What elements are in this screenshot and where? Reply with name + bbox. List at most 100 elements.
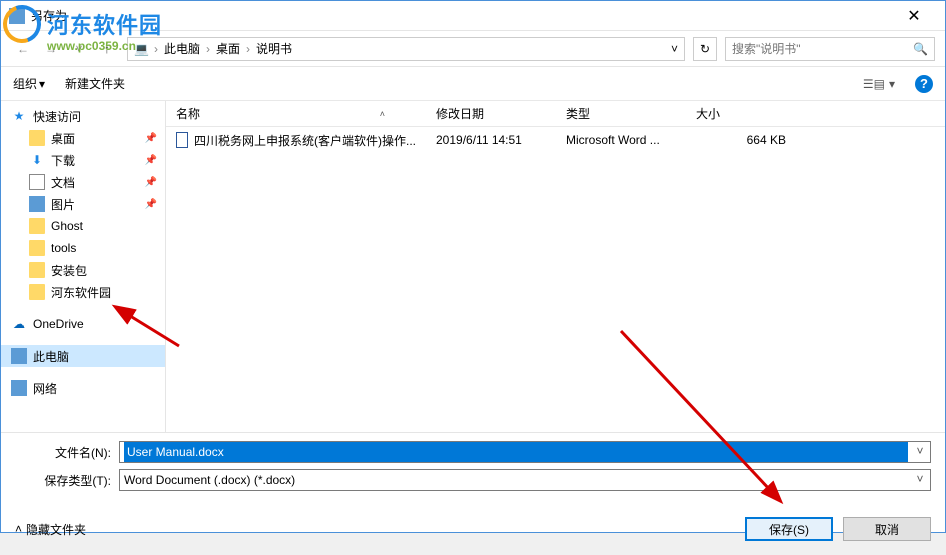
- filetype-value: [124, 470, 908, 490]
- help-button[interactable]: ?: [915, 75, 933, 93]
- refresh-button[interactable]: ↻: [693, 37, 717, 61]
- pin-icon: 📌: [145, 133, 157, 144]
- window-title: 另存为: [31, 7, 891, 24]
- folder-icon: [29, 218, 45, 234]
- breadcrumb-item[interactable]: 说明书: [256, 40, 292, 57]
- filename-input-wrap[interactable]: ˅: [119, 441, 931, 463]
- sidebar-item-文档[interactable]: 文档 📌: [1, 171, 165, 193]
- breadcrumb[interactable]: 💻 › 此电脑 › 桌面 › 说明书 ˅: [127, 37, 685, 61]
- sidebar-item-Ghost[interactable]: Ghost: [1, 215, 165, 237]
- sidebar-item-label: OneDrive: [33, 317, 84, 331]
- search-box[interactable]: 🔍: [725, 37, 935, 61]
- file-row[interactable]: 四川税务网上申报系统(客户端软件)操作...2019/6/11 14:51Mic…: [166, 127, 945, 153]
- pic-icon: [29, 196, 45, 212]
- net-icon: [11, 380, 27, 396]
- view-icon: ☰▤: [863, 77, 885, 91]
- chevron-down-icon: ▾: [889, 77, 895, 91]
- chevron-down-icon[interactable]: ˅: [912, 444, 928, 460]
- chevron-right-icon: ›: [154, 42, 158, 56]
- body-area: ★ 快速访问桌面 📌 ⬇ 下载 📌 文档 📌 图片 📌 Ghost tools 安装包河东软件园 ☁ One…: [1, 101, 945, 432]
- column-header-date[interactable]: 修改日期: [426, 105, 556, 122]
- forward-button[interactable]: →: [39, 37, 63, 61]
- sidebar-item-河东软件园[interactable]: 河东软件园: [1, 281, 165, 303]
- sidebar-item-桌面[interactable]: 桌面 📌: [1, 127, 165, 149]
- chevron-right-icon: ›: [206, 42, 210, 56]
- sidebar-item-label: 安装包: [51, 262, 87, 279]
- sidebar-item-快速访问[interactable]: ★ 快速访问: [1, 105, 165, 127]
- sidebar-item-label: 河东软件园: [51, 284, 111, 301]
- navigation-bar: ← → ˅ ↑ 💻 › 此电脑 › 桌面 › 说明书 ˅ ↻ 🔍: [1, 31, 945, 67]
- hide-folders-button[interactable]: ˄ 隐藏文件夹: [15, 521, 86, 538]
- file-type-cell: Microsoft Word ...: [556, 133, 686, 147]
- chevron-down-icon[interactable]: ˅: [671, 42, 678, 56]
- folder-icon: [29, 284, 45, 300]
- sidebar-item-label: 文档: [51, 174, 75, 191]
- sidebar-item-label: 快速访问: [33, 108, 81, 125]
- back-button[interactable]: ←: [11, 37, 35, 61]
- pin-icon: 📌: [145, 177, 157, 188]
- pin-icon: 📌: [145, 199, 157, 210]
- column-header-size[interactable]: 大小: [686, 105, 796, 122]
- sidebar-item-label: 图片: [51, 196, 75, 213]
- download-icon: ⬇: [29, 152, 45, 168]
- pc-icon: [11, 348, 27, 364]
- sidebar-item-label: 桌面: [51, 130, 75, 147]
- pc-icon: 💻: [134, 42, 148, 56]
- column-header-name[interactable]: 名称 ˄: [166, 105, 426, 122]
- sidebar-item-label: 网络: [33, 380, 57, 397]
- sidebar-item-label: 下载: [51, 152, 75, 169]
- filename-label: 文件名(N):: [15, 444, 119, 461]
- titlebar: 另存为 ✕: [1, 1, 945, 31]
- close-button[interactable]: ✕: [891, 1, 937, 31]
- view-options-button[interactable]: ☰▤ ▾: [863, 77, 895, 91]
- file-size-cell: 664 KB: [686, 133, 796, 147]
- sidebar-item-安装包[interactable]: 安装包: [1, 259, 165, 281]
- search-icon[interactable]: 🔍: [913, 42, 928, 56]
- word-file-icon: [176, 132, 188, 148]
- doc-icon: [29, 174, 45, 190]
- chevron-up-icon: ˄: [15, 522, 22, 536]
- search-input[interactable]: [732, 42, 913, 56]
- sidebar[interactable]: ★ 快速访问桌面 📌 ⬇ 下载 📌 文档 📌 图片 📌 Ghost tools 安装包河东软件园 ☁ One…: [1, 101, 166, 432]
- recent-button[interactable]: ˅: [67, 37, 91, 61]
- sidebar-item-label: Ghost: [51, 219, 83, 233]
- sidebar-item-此电脑[interactable]: 此电脑: [1, 345, 165, 367]
- filetype-label: 保存类型(T):: [15, 472, 119, 489]
- file-list[interactable]: 名称 ˄ 修改日期 类型 大小 四川税务网上申报系统(客户端软件)操作...20…: [166, 101, 945, 432]
- file-date-cell: 2019/6/11 14:51: [426, 133, 556, 147]
- column-headers: 名称 ˄ 修改日期 类型 大小: [166, 101, 945, 127]
- breadcrumb-item[interactable]: 桌面: [216, 40, 240, 57]
- file-name-cell: 四川税务网上申报系统(客户端软件)操作...: [166, 132, 426, 149]
- save-as-dialog: 河东软件园 www.pc0359.cn 另存为 ✕ ← → ˅ ↑ 💻 › 此电…: [0, 0, 946, 533]
- chevron-down-icon: ▾: [39, 77, 45, 91]
- chevron-right-icon: ›: [246, 42, 250, 56]
- save-fields: 文件名(N): ˅ 保存类型(T): ˅: [1, 432, 945, 505]
- sidebar-item-图片[interactable]: 图片 📌: [1, 193, 165, 215]
- cancel-button[interactable]: 取消: [843, 517, 931, 541]
- toolbar: 组织 ▾ 新建文件夹 ☰▤ ▾ ?: [1, 67, 945, 101]
- sidebar-item-label: 此电脑: [33, 348, 69, 365]
- sidebar-item-tools[interactable]: tools: [1, 237, 165, 259]
- folder-icon: [29, 262, 45, 278]
- organize-button[interactable]: 组织 ▾: [13, 75, 45, 92]
- folder-icon: [29, 240, 45, 256]
- up-button[interactable]: ↑: [95, 37, 119, 61]
- sort-asc-icon: ˄: [380, 109, 385, 119]
- filename-input[interactable]: [124, 442, 908, 462]
- sidebar-item-下载[interactable]: ⬇ 下载 📌: [1, 149, 165, 171]
- breadcrumb-item[interactable]: 此电脑: [164, 40, 200, 57]
- star-icon: ★: [11, 108, 27, 124]
- filetype-select[interactable]: ˅: [119, 469, 931, 491]
- sidebar-item-OneDrive[interactable]: ☁ OneDrive: [1, 313, 165, 335]
- folder-icon: [29, 130, 45, 146]
- column-header-type[interactable]: 类型: [556, 105, 686, 122]
- cloud-icon: ☁: [11, 316, 27, 332]
- sidebar-item-label: tools: [51, 241, 76, 255]
- sidebar-item-网络[interactable]: 网络: [1, 377, 165, 399]
- chevron-down-icon[interactable]: ˅: [912, 472, 928, 488]
- new-folder-button[interactable]: 新建文件夹: [65, 75, 125, 92]
- save-button[interactable]: 保存(S): [745, 517, 833, 541]
- app-icon: [9, 8, 25, 24]
- dialog-footer: ˄ 隐藏文件夹 保存(S) 取消: [1, 505, 945, 555]
- pin-icon: 📌: [145, 155, 157, 166]
